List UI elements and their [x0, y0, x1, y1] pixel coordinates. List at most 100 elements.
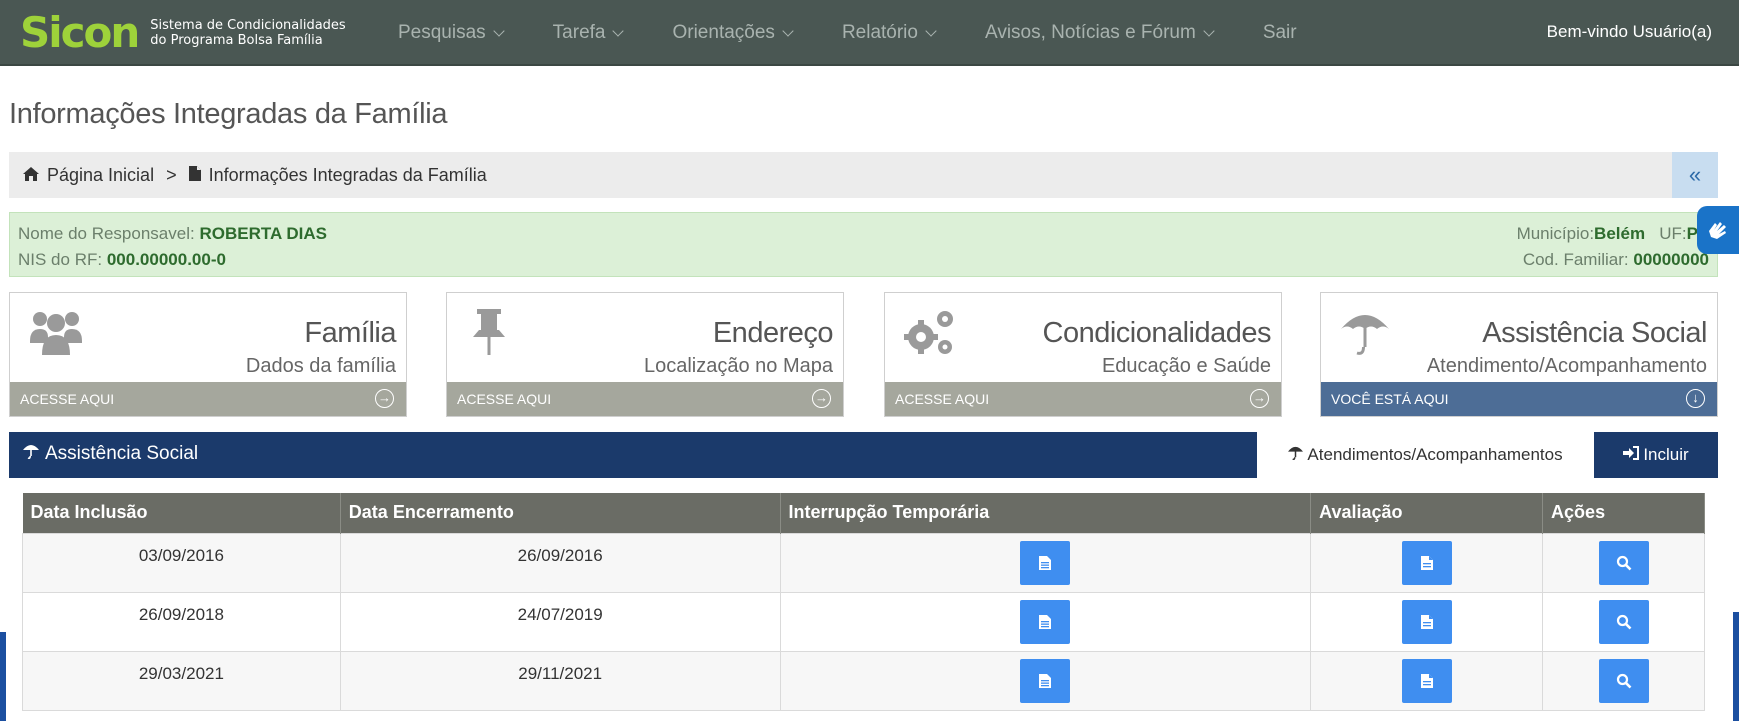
- file-icon: [188, 165, 201, 186]
- umbrella-icon: [1288, 445, 1304, 465]
- breadcrumb-current: Informações Integradas da Família: [208, 164, 487, 185]
- card-access-bar[interactable]: ACESSE AQUI →: [10, 382, 406, 416]
- collapse-button[interactable]: «: [1672, 152, 1718, 198]
- avaliacao-button[interactable]: [1401, 599, 1452, 644]
- table-row: 26/09/2018 24/07/2019: [22, 591, 1705, 652]
- file-icon: [1420, 555, 1433, 570]
- avaliacao-button[interactable]: [1401, 540, 1452, 585]
- sicon-logo[interactable]: Sicon Sistema de Condicionalidades do Pr…: [20, 8, 346, 58]
- info-right: Município:Belém UF:PA Cod. Familiar: 000…: [1517, 221, 1709, 273]
- responsavel-label: Nome do Responsavel:: [18, 224, 195, 243]
- interrupcao-button[interactable]: [1020, 540, 1071, 585]
- col-data-encerramento[interactable]: Data Encerramento: [340, 493, 781, 533]
- tab-atendimentos[interactable]: Atendimentos/Acompanhamentos: [1257, 432, 1594, 478]
- card-bar-label: VOCÊ ESTÁ AQUI: [1331, 391, 1449, 407]
- menu-pesquisas[interactable]: Pesquisas: [398, 22, 505, 44]
- cell-avaliacao: [1310, 591, 1544, 652]
- card-assistencia-social[interactable]: Assistência Social Atendimento/Acompanha…: [1320, 292, 1718, 417]
- table-row: 03/09/2016 26/09/2016: [22, 532, 1705, 593]
- gears-icon: [903, 307, 959, 359]
- umbrella-icon: [1339, 307, 1395, 359]
- welcome-user[interactable]: Bem-vindo Usuário(a): [1547, 22, 1712, 42]
- cell-data-encerramento: 24/07/2019: [339, 591, 781, 652]
- sign-in-icon: [1623, 445, 1640, 465]
- search-icon: [1616, 555, 1631, 570]
- logo-wordmark: Sicon: [20, 8, 140, 57]
- municipio-row: Município:Belém UF:PA: [1517, 221, 1709, 247]
- menu-sair[interactable]: Sair: [1263, 22, 1297, 44]
- cell-interrupcao: [779, 532, 1312, 593]
- cell-data-encerramento: 26/09/2016: [339, 532, 781, 593]
- card-title: Assistência Social: [1482, 317, 1707, 349]
- cell-data-inclusao: 03/09/2016: [22, 532, 341, 593]
- cell-interrupcao: [779, 650, 1312, 711]
- sign-language-icon[interactable]: [1697, 206, 1739, 254]
- logo-subtitle-line2: do Programa Bolsa Família: [150, 33, 323, 48]
- card-current-bar: VOCÊ ESTÁ AQUI ↓: [1321, 382, 1717, 416]
- cell-data-inclusao: 26/09/2018: [22, 591, 341, 652]
- users-icon: [28, 307, 84, 359]
- col-avaliacao[interactable]: Avaliação: [1310, 493, 1544, 533]
- top-navbar: Sicon Sistema de Condicionalidades do Pr…: [0, 0, 1739, 66]
- breadcrumb-home-link[interactable]: Página Inicial: [47, 165, 154, 186]
- section-title: Assistência Social: [23, 443, 198, 465]
- municipio-value: Belém: [1594, 224, 1646, 243]
- search-icon: [1616, 673, 1631, 688]
- file-text-icon: [1039, 555, 1052, 570]
- window-edge-right: [1733, 612, 1739, 721]
- responsavel-value: ROBERTA DIAS: [199, 224, 327, 243]
- cod-row: Cod. Familiar: 00000000: [1517, 247, 1709, 273]
- pushpin-icon: [465, 307, 521, 359]
- breadcrumb-separator: >: [166, 164, 177, 185]
- view-button[interactable]: [1598, 540, 1649, 585]
- file-text-icon: [1039, 673, 1052, 688]
- cod-value: 00000000: [1633, 250, 1709, 269]
- menu-tarefa[interactable]: Tarefa: [552, 22, 625, 44]
- card-access-bar[interactable]: ACESSE AQUI →: [885, 382, 1281, 416]
- interrupcao-button[interactable]: [1020, 658, 1071, 703]
- card-title: Endereço: [712, 317, 834, 349]
- arrow-right-circle-icon: →: [375, 389, 394, 408]
- info-left: Nome do Responsavel: ROBERTA DIAS NIS do…: [18, 221, 327, 273]
- tab-label: Atendimentos/Acompanhamentos: [1307, 445, 1563, 464]
- card-title: Família: [304, 317, 396, 349]
- menu-label: Relatório: [841, 22, 918, 43]
- menu-orientacoes[interactable]: Orientações: [672, 22, 794, 44]
- menu-label: Tarefa: [552, 22, 606, 43]
- family-info-box: Nome do Responsavel: ROBERTA DIAS NIS do…: [9, 212, 1718, 277]
- cell-avaliacao: [1310, 650, 1544, 711]
- card-title: Condicionalidades: [1042, 317, 1272, 349]
- card-familia[interactable]: Família Dados da família ACESSE AQUI →: [9, 292, 407, 417]
- card-endereco[interactable]: Endereço Localização no Mapa ACESSE AQUI…: [446, 292, 844, 417]
- chevron-down-icon: [782, 24, 794, 37]
- arrow-right-circle-icon: →: [1250, 389, 1269, 408]
- nis-label: NIS do RF:: [18, 250, 103, 269]
- card-condicionalidades[interactable]: Condicionalidades Educação e Saúde ACESS…: [884, 292, 1282, 417]
- card-subtitle: Localização no Mapa: [643, 355, 833, 377]
- menu-avisos[interactable]: Avisos, Notícias e Fórum: [984, 22, 1215, 44]
- cell-data-encerramento: 29/11/2021: [339, 650, 781, 711]
- cell-acoes: [1542, 591, 1705, 652]
- incluir-button[interactable]: Incluir: [1594, 432, 1718, 478]
- incluir-label: Incluir: [1643, 445, 1689, 464]
- avaliacao-button[interactable]: [1401, 658, 1452, 703]
- municipio-label: Município:: [1516, 224, 1595, 243]
- interrupcao-button[interactable]: [1020, 599, 1071, 644]
- menu-label: Avisos, Notícias e Fórum: [984, 22, 1196, 43]
- card-bar-label: ACESSE AQUI: [20, 391, 115, 407]
- chevron-down-icon: [612, 24, 625, 37]
- uf-label: UF:: [1659, 224, 1687, 243]
- col-data-inclusao[interactable]: Data Inclusão: [22, 493, 341, 533]
- menu-relatorio[interactable]: Relatório: [841, 22, 937, 44]
- cell-acoes: [1542, 532, 1705, 593]
- file-icon: [1420, 614, 1433, 629]
- card-access-bar[interactable]: ACESSE AQUI →: [447, 382, 843, 416]
- col-interrupcao[interactable]: Interrupção Temporária: [780, 493, 1312, 533]
- card-subtitle: Dados da família: [245, 355, 396, 377]
- logo-subtitle: Sistema de Condicionalidades do Programa…: [150, 18, 345, 48]
- nis-row: NIS do RF: 000.00000.00-0: [18, 247, 327, 273]
- chevron-down-icon: [1203, 24, 1215, 37]
- view-button[interactable]: [1598, 658, 1649, 703]
- window-edge-left: [0, 632, 6, 721]
- view-button[interactable]: [1598, 599, 1649, 644]
